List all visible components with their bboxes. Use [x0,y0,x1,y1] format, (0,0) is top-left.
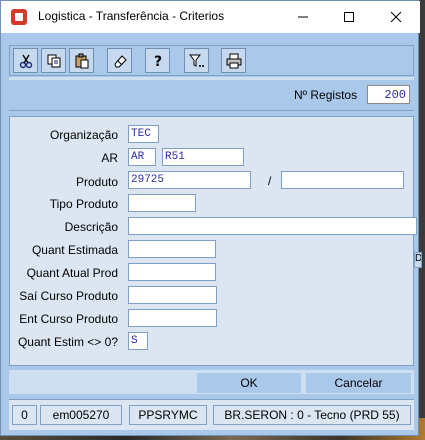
help-icon: ? [153,54,161,69]
organizacao-field[interactable]: TEC [128,125,159,143]
registos-label: Nº Registos [294,88,358,102]
produto-to-field[interactable] [281,171,404,189]
status-server: BR.SERON : 0 - Tecno (PRD 55) [213,405,411,425]
quant-estimada-label: Quant Estimada [31,243,118,257]
produto-field[interactable]: 29725 [128,171,251,189]
quant-estimada-field[interactable] [128,240,216,258]
produto-separator: / [268,174,272,188]
cut-button[interactable] [13,48,38,73]
filter-button[interactable] [184,48,209,73]
close-button[interactable] [373,1,419,33]
maximize-button[interactable] [326,1,372,33]
tipo-produto-label: Tipo Produto [49,197,118,211]
side-tab[interactable]: D [414,252,422,268]
clear-button[interactable] [107,48,132,73]
toolbar: ? [9,45,414,76]
minimize-button[interactable] [280,1,326,33]
status-count: 0 [12,405,37,425]
ar-code-field[interactable]: R51 [162,148,244,166]
ar-field[interactable]: AR [128,148,156,166]
sai-curso-produto-field[interactable] [128,286,217,304]
status-program: PPSRYMC [129,405,207,425]
organizacao-label: Organização [49,128,118,142]
copy-button[interactable] [41,48,66,73]
window-title: Logistica - Transferência - Criterios [38,9,225,23]
eraser-icon [113,54,127,67]
tipo-produto-field[interactable] [128,194,196,212]
paste-button[interactable] [69,48,94,73]
print-button[interactable] [221,48,246,73]
ent-curso-produto-field[interactable] [128,309,217,327]
quant-estim-zero-field[interactable]: S [128,332,148,350]
paste-icon [75,53,88,68]
copy-icon [47,54,60,67]
title-bar[interactable]: Logistica - Transferência - Criterios [1,1,420,33]
ent-curso-produto-label: Ent Curso Produto [19,312,118,326]
registos-field[interactable]: 200 [367,85,410,104]
filter-icon [188,54,204,67]
descricao-label: Descrição [64,220,118,234]
cancel-button[interactable]: Cancelar [306,373,411,393]
help-button[interactable]: ? [145,48,170,73]
scissors-icon [19,54,32,68]
sai-curso-produto-label: Saí Curso Produto [19,289,118,303]
close-icon [390,11,402,23]
svg-text:?: ? [153,54,161,69]
quant-atual-prod-label: Quant Atual Prod [26,266,118,280]
print-icon [226,53,241,68]
descricao-field[interactable] [128,217,417,235]
ok-button[interactable]: OK [197,373,301,393]
divider [9,110,414,111]
minimize-icon [298,16,308,18]
produto-label: Produto [75,175,118,189]
status-user: em005270 [40,405,122,425]
quant-atual-prod-field[interactable] [128,263,216,281]
toolbar-separator [9,77,414,80]
ar-label: AR [101,151,118,165]
quant-estim-zero-label: Quant Estim <> 0? [17,335,118,349]
app-icon [11,9,27,25]
maximize-icon [344,12,354,22]
